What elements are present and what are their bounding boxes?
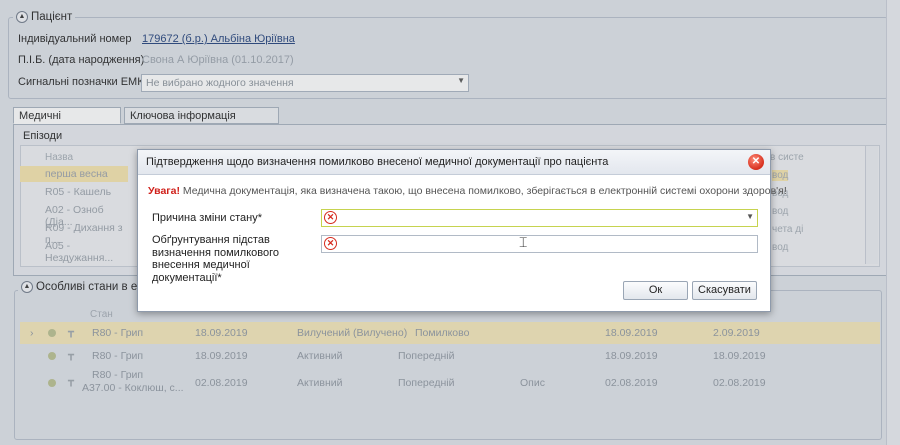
dialog-title: Підтвердження щодо визначення помилково … [146, 156, 609, 168]
warning-bold: Увага! [148, 185, 180, 197]
dialog-titlebar: Підтвердження щодо визначення помилково … [138, 150, 770, 175]
justification-input[interactable]: ✕ ⌶ [321, 234, 758, 253]
justification-label: Обґрунтування підстав визначення помилко… [152, 234, 279, 284]
reason-combo[interactable]: ✕ ▼ [321, 209, 758, 227]
error-icon: ✕ [324, 237, 337, 250]
chevron-down-icon[interactable]: ▼ [746, 212, 754, 221]
error-icon: ✕ [324, 211, 337, 224]
close-icon[interactable]: ✕ [748, 154, 764, 170]
warning-message: Увага! Медична документація, яка визначе… [148, 185, 787, 197]
cancel-button[interactable]: Скасувати [692, 281, 757, 300]
reason-label: Причина зміни стану* [152, 212, 263, 224]
text-cursor-icon: ⌶ [519, 234, 528, 250]
warning-text: Медична документація, яка визначена тако… [180, 185, 787, 197]
confirm-erroneous-dialog: Підтвердження щодо визначення помилково … [137, 149, 787, 312]
ok-button[interactable]: Ок [623, 281, 688, 300]
